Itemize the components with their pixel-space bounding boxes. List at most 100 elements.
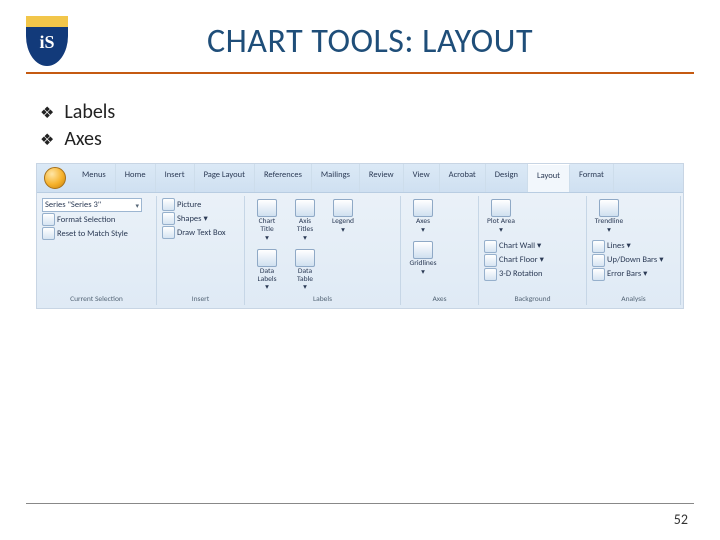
tab-page-layout[interactable]: Page Layout	[195, 164, 255, 192]
group-label-analysis: Analysis	[592, 295, 675, 304]
group-label-axes: Axes	[406, 295, 473, 304]
group-analysis: Trendline▾ Lines ▾ Up/Down Bars ▾ Error …	[587, 196, 681, 305]
chart-element-value: Series "Series 3"	[45, 200, 101, 210]
plot-area-icon	[491, 199, 511, 217]
shapes-icon	[162, 212, 175, 225]
bullet-list: Labels Axes	[40, 100, 694, 151]
textbox-button[interactable]: Draw Text Box	[162, 226, 239, 239]
chart-floor-label: Chart Floor	[499, 255, 538, 265]
legend-button[interactable]: Legend▾	[326, 198, 360, 236]
error-bars-button[interactable]: Error Bars ▾	[592, 268, 663, 281]
gridlines-label: Gridlines	[409, 260, 436, 268]
title-divider	[26, 72, 694, 74]
page-number: 52	[674, 511, 688, 528]
chart-title-button[interactable]: Chart Title▾	[250, 198, 284, 244]
tab-menus[interactable]: Menus	[73, 164, 116, 192]
shapes-button[interactable]: Shapes ▾	[162, 212, 239, 225]
updown-bars-label: Up/Down Bars	[607, 255, 657, 265]
axes-label: Axes	[416, 218, 430, 226]
format-selection-button[interactable]: Format Selection	[42, 213, 151, 226]
group-background: Plot Area▾ Chart Wall ▾ Chart Floor ▾ 3-…	[479, 196, 587, 305]
chart-wall-icon	[484, 240, 497, 253]
ribbon-tabs: Menus Home Insert Page Layout References…	[37, 164, 683, 193]
reset-style-label: Reset to Match Style	[57, 229, 128, 239]
group-label-insert: Insert	[162, 295, 239, 304]
updown-bars-button[interactable]: Up/Down Bars ▾	[592, 254, 663, 267]
footer-divider	[26, 503, 694, 504]
school-logo	[26, 16, 68, 66]
tab-view[interactable]: View	[404, 164, 440, 192]
bullet-labels: Labels	[40, 100, 694, 124]
chevron-down-icon: ▾	[135, 201, 139, 210]
rotation-icon	[484, 268, 497, 281]
group-labels: Chart Title▾ Axis Titles▾ Legend▾ Data L…	[245, 196, 401, 305]
lines-label: Lines	[607, 241, 625, 251]
legend-icon	[333, 199, 353, 217]
data-table-icon	[295, 249, 315, 267]
chart-floor-button[interactable]: Chart Floor ▾	[484, 254, 544, 267]
legend-label: Legend	[332, 218, 354, 226]
reset-style-icon	[42, 227, 55, 240]
tab-layout[interactable]: Layout	[528, 164, 570, 192]
rotation-button[interactable]: 3-D Rotation	[484, 268, 544, 281]
chart-wall-button[interactable]: Chart Wall ▾	[484, 240, 544, 253]
chart-title-icon	[257, 199, 277, 217]
group-label-background: Background	[484, 295, 581, 304]
lines-icon	[592, 240, 605, 253]
chart-wall-label: Chart Wall	[499, 241, 535, 251]
error-bars-label: Error Bars	[607, 269, 641, 279]
ribbon: Menus Home Insert Page Layout References…	[36, 163, 684, 309]
format-selection-label: Format Selection	[57, 215, 115, 225]
bullet-axes: Axes	[40, 127, 694, 151]
reset-style-button[interactable]: Reset to Match Style	[42, 227, 151, 240]
shapes-label: Shapes	[177, 214, 201, 224]
picture-icon	[162, 198, 175, 211]
data-labels-label: Data Labels	[252, 268, 282, 284]
tab-format[interactable]: Format	[570, 164, 614, 192]
tab-acrobat[interactable]: Acrobat	[440, 164, 486, 192]
axis-titles-label: Axis Titles	[290, 218, 320, 234]
trendline-icon	[599, 199, 619, 217]
updown-bars-icon	[592, 254, 605, 267]
plot-area-label: Plot Area	[487, 218, 515, 226]
picture-label: Picture	[177, 200, 201, 210]
trendline-label: Trendline	[595, 218, 623, 226]
gridlines-icon	[413, 241, 433, 259]
trendline-button[interactable]: Trendline▾	[592, 198, 626, 236]
chart-title-label: Chart Title	[252, 218, 282, 234]
axis-titles-icon	[295, 199, 315, 217]
rotation-label: 3-D Rotation	[499, 269, 542, 279]
axes-icon	[413, 199, 433, 217]
tab-insert[interactable]: Insert	[156, 164, 195, 192]
textbox-label: Draw Text Box	[177, 228, 226, 238]
ribbon-body: Series "Series 3" ▾ Format Selection Res…	[37, 193, 683, 308]
tab-references[interactable]: References	[255, 164, 312, 192]
textbox-icon	[162, 226, 175, 239]
data-labels-button[interactable]: Data Labels▾	[250, 248, 284, 294]
axes-button[interactable]: Axes▾	[406, 198, 440, 236]
group-current-selection: Series "Series 3" ▾ Format Selection Res…	[37, 196, 157, 305]
tab-design[interactable]: Design	[486, 164, 528, 192]
tab-review[interactable]: Review	[360, 164, 404, 192]
group-label-labels: Labels	[250, 295, 395, 304]
chart-floor-icon	[484, 254, 497, 267]
gridlines-button[interactable]: Gridlines▾	[406, 240, 440, 278]
axis-titles-button[interactable]: Axis Titles▾	[288, 198, 322, 244]
lines-button[interactable]: Lines ▾	[592, 240, 663, 253]
slide-title: CHART TOOLS: LAYOUT	[86, 21, 694, 62]
tab-mailings[interactable]: Mailings	[312, 164, 360, 192]
group-label-selection: Current Selection	[42, 295, 151, 304]
picture-button[interactable]: Picture	[162, 198, 239, 211]
tab-home[interactable]: Home	[116, 164, 156, 192]
error-bars-icon	[592, 268, 605, 281]
plot-area-button[interactable]: Plot Area▾	[484, 198, 518, 236]
data-table-label: Data Table	[290, 268, 320, 284]
data-table-button[interactable]: Data Table▾	[288, 248, 322, 294]
chart-element-selector[interactable]: Series "Series 3" ▾	[42, 198, 142, 212]
office-orb-icon	[44, 167, 66, 189]
group-insert: Picture Shapes ▾ Draw Text Box Insert	[157, 196, 245, 305]
office-button[interactable]	[37, 164, 73, 192]
format-selection-icon	[42, 213, 55, 226]
data-labels-icon	[257, 249, 277, 267]
group-axes: Axes▾ Gridlines▾ Axes	[401, 196, 479, 305]
